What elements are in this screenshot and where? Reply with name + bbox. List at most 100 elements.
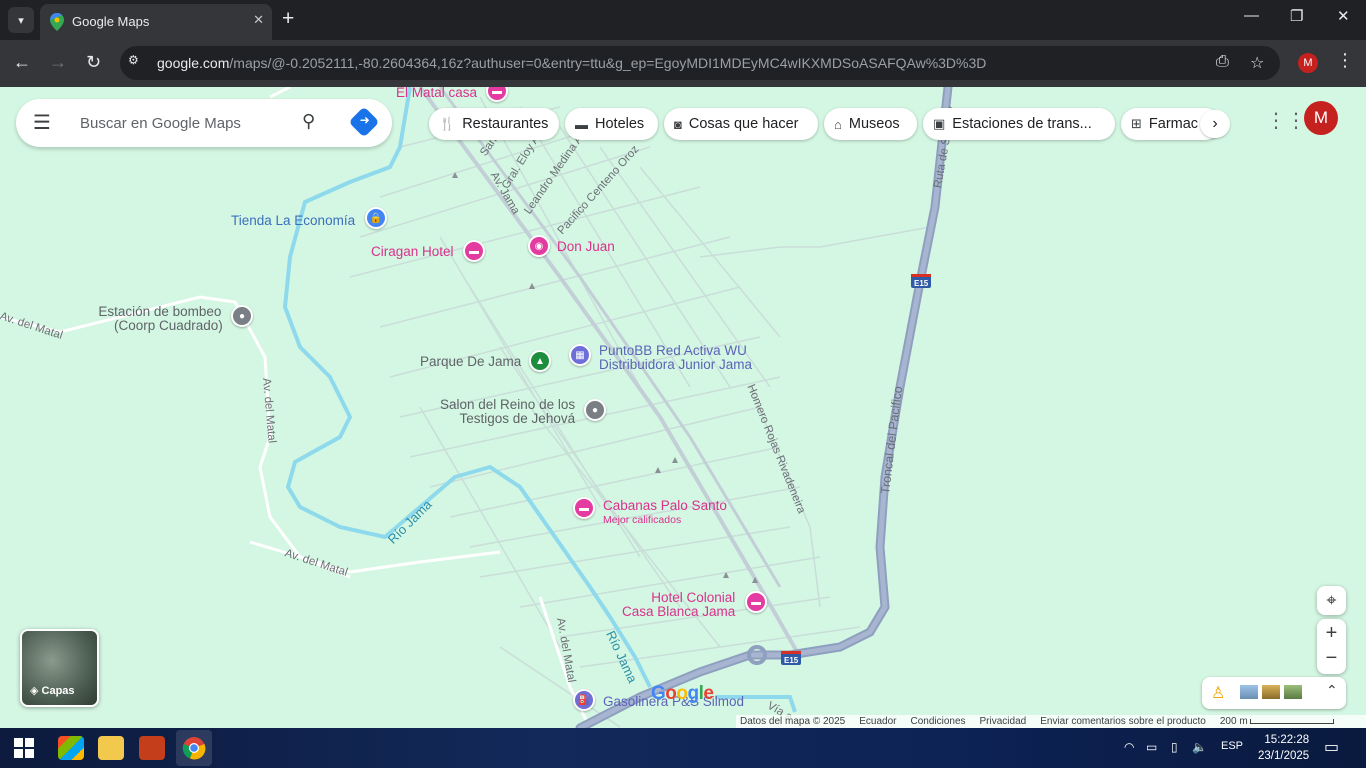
reload-icon[interactable]: ↻ (86, 52, 101, 72)
privacy-link[interactable]: Privacidad (980, 716, 1027, 727)
chips-next-icon[interactable]: › (1200, 110, 1230, 138)
bank-pin-icon[interactable]: ▦ (569, 344, 591, 366)
hotel-pin-icon[interactable]: ▬ (745, 591, 767, 613)
imagery-thumb-1[interactable] (1240, 685, 1258, 699)
usb-icon[interactable]: ▯ (1171, 740, 1178, 754)
bed-icon: ▬ (575, 116, 588, 132)
tab-title: Google Maps (72, 14, 150, 29)
chrome-icon (182, 737, 206, 760)
restaurant-icon: 🍴 (439, 116, 456, 131)
map-canvas[interactable]: E15 E15 Av. Jama Gral. Eloy Alfaro Leand… (0, 87, 1366, 728)
scale-indicator[interactable]: 200 m (1220, 716, 1335, 727)
install-app-icon[interactable]: ⎙ (1216, 53, 1229, 71)
place-pin-icon[interactable]: ● (584, 399, 606, 421)
search-input[interactable]: Buscar en Google Maps (80, 115, 241, 132)
notifications-icon[interactable]: ▭ (1324, 737, 1339, 757)
maps-pin-icon (50, 13, 64, 31)
terms-link[interactable]: Condiciones (910, 716, 965, 727)
browser-toolbar: ← → ↻ ⚙ google.com/maps/@-0.2052111,-80.… (0, 40, 1366, 87)
museum-icon: ⌂ (834, 116, 842, 132)
poi-parque[interactable]: Parque De Jama (420, 355, 521, 369)
imagery-thumb-3[interactable] (1284, 685, 1302, 699)
chrome-menu-icon[interactable]: ⋮ (1336, 50, 1354, 71)
profile-avatar[interactable]: M (1298, 53, 1318, 73)
address-bar[interactable]: ⚙ google.com/maps/@-0.2052111,-80.260436… (120, 46, 1280, 80)
imagery-thumb-2[interactable] (1262, 685, 1280, 699)
layers-label: ◈ Capas (30, 685, 75, 697)
tab-search-icon[interactable]: ▾ (8, 7, 34, 33)
clock[interactable]: 15:22:28 23/1/2025 (1258, 732, 1309, 764)
gas-station-pin-icon[interactable]: ⛽ (573, 689, 595, 711)
forward-icon[interactable]: → (49, 52, 67, 72)
feedback-link[interactable]: Enviar comentarios sobre el producto (1040, 716, 1206, 727)
place-pin-icon[interactable]: ● (231, 305, 253, 327)
country-label[interactable]: Ecuador (859, 716, 896, 727)
shopping-pin-icon[interactable]: 🔒 (365, 207, 387, 229)
poi-hotel-colonial[interactable]: Hotel Colonial Casa Blanca Jama (622, 591, 735, 619)
tab-google-maps[interactable]: Google Maps ✕ (40, 4, 272, 40)
poi-salon[interactable]: Salon del Reino de los Testigos de Jehová (440, 398, 575, 426)
layers-button[interactable]: ◈ Capas (20, 629, 99, 707)
taskbar: ◠ ▭ ▯ 🔈 ESP 15:22:28 23/1/2025 ▭ (0, 728, 1366, 768)
account-avatar[interactable]: M (1304, 101, 1338, 135)
menu-icon[interactable]: ☰ (33, 113, 51, 133)
store-icon[interactable] (58, 736, 84, 760)
directions-icon[interactable]: ➜ (348, 106, 380, 138)
poi-don-juan[interactable]: Don Juan (557, 240, 615, 254)
map-footer: Datos del mapa © 2025 Ecuador Condicione… (736, 715, 1366, 728)
park-tree-icon[interactable]: ▲ (529, 350, 551, 372)
new-tab-button[interactable]: + (282, 7, 294, 31)
chip-museos[interactable]: ⌂ Museos (824, 108, 917, 140)
screen: ▾ Google Maps ✕ + — ❐ ✕ ← → ↻ ⚙ google.c… (0, 0, 1366, 768)
back-icon[interactable]: ← (13, 52, 31, 72)
restore-icon[interactable]: ❐ (1290, 7, 1303, 25)
camera-pin-icon[interactable]: ◉ (528, 235, 550, 257)
expand-icon[interactable]: ⌃ (1326, 682, 1338, 699)
minimize-icon[interactable]: — (1244, 7, 1259, 24)
map-base-layer: E15 E15 (0, 87, 953, 728)
chip-restaurantes[interactable]: 🍴 Restaurantes (429, 108, 559, 140)
site-info-icon[interactable]: ⚙ (128, 53, 148, 73)
chip-hoteles[interactable]: ▬ Hoteles (565, 108, 658, 140)
pharmacy-icon: ⊞ (1131, 116, 1142, 131)
zoom-controls: + − (1317, 619, 1346, 674)
chrome-taskbar-button[interactable] (176, 730, 212, 766)
zoom-out-icon[interactable]: − (1317, 647, 1346, 670)
poi-cabanas[interactable]: Cabanas Palo Santo (603, 499, 727, 513)
tab-strip: ▾ Google Maps ✕ + — ❐ ✕ (0, 0, 1366, 40)
camera-icon: ◙ (674, 116, 682, 132)
hotel-pin-icon[interactable]: ▬ (573, 497, 595, 519)
chip-estaciones[interactable]: ▣ Estaciones de trans... (923, 108, 1115, 140)
tab-close-icon[interactable]: ✕ (253, 12, 264, 28)
my-location-button[interactable]: ⌖ (1317, 586, 1346, 615)
search-box[interactable]: ☰ Buscar en Google Maps ⚲ ➜ (16, 99, 392, 147)
poi-el-matal-casa[interactable]: El Matal casa (396, 87, 477, 100)
map-data-credit: Datos del mapa © 2025 (740, 716, 846, 727)
search-icon[interactable]: ⚲ (302, 111, 315, 132)
battery-icon[interactable]: ▭ (1146, 740, 1157, 754)
hotel-pin-icon[interactable]: ▬ (463, 240, 485, 262)
street-view-bar[interactable]: ♙ ⌃ (1202, 677, 1346, 709)
poi-puntobb[interactable]: PuntoBB Red Activa WU Distribuidora Junio… (599, 344, 752, 372)
poi-estacion[interactable]: Estación de bombeo (Coorp Cuadrado) (97, 305, 222, 333)
powerpoint-icon[interactable] (139, 736, 165, 760)
language-indicator[interactable]: ESP (1221, 740, 1243, 752)
poi-ciragan[interactable]: Ciragan Hotel (371, 245, 454, 259)
transit-icon: ▣ (933, 116, 946, 131)
wifi-icon[interactable]: ◠ (1124, 740, 1134, 754)
poi-cabanas-rating: Mejor calificados (603, 514, 682, 526)
zoom-in-icon[interactable]: + (1317, 622, 1346, 645)
volume-icon[interactable]: 🔈 (1192, 740, 1207, 754)
poi-tienda[interactable]: Tienda La Economía (231, 214, 355, 228)
svg-text:E15: E15 (784, 656, 799, 665)
bookmark-star-icon[interactable]: ☆ (1250, 53, 1264, 73)
windows-start-icon[interactable] (14, 738, 34, 758)
pegman-icon[interactable]: ♙ (1211, 683, 1225, 703)
svg-text:E15: E15 (914, 279, 929, 288)
file-explorer-icon[interactable] (98, 736, 124, 760)
my-location-icon: ⌖ (1326, 590, 1337, 610)
chip-cosas-que-hacer[interactable]: ◙ Cosas que hacer (664, 108, 818, 140)
close-window-icon[interactable]: ✕ (1337, 7, 1350, 25)
google-logo: Google (651, 683, 714, 704)
url-text[interactable]: google.com/maps/@-0.2052111,-80.2604364,… (157, 55, 986, 71)
